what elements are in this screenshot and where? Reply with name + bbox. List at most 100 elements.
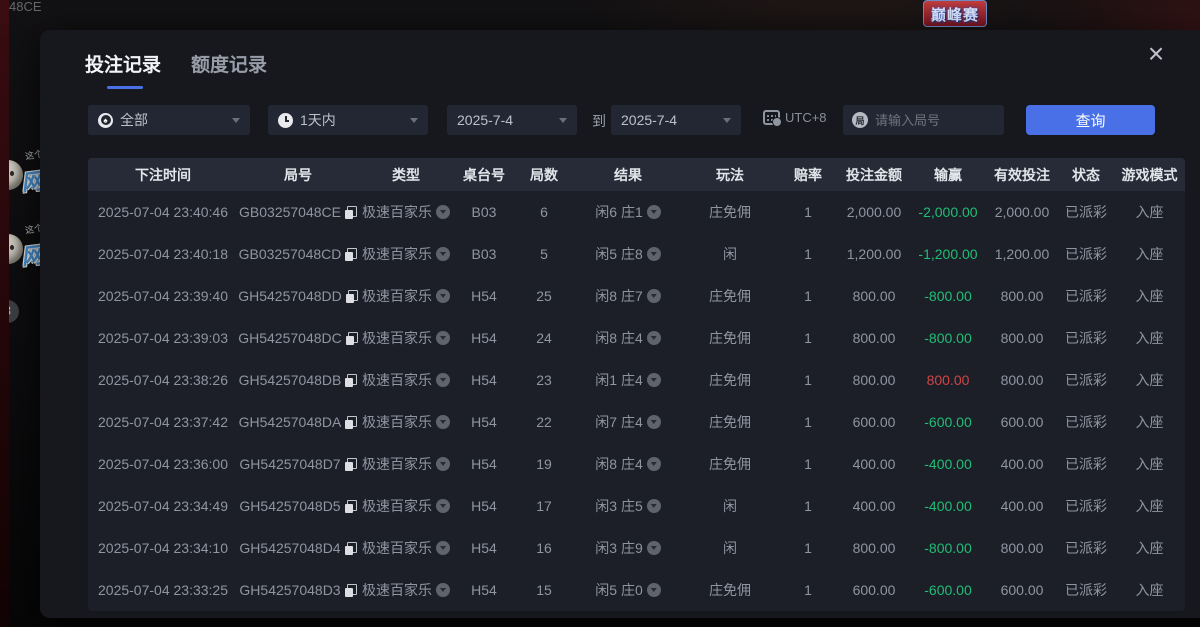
table-number-value: B03: [472, 246, 497, 262]
bet-time-cell: 2025-07-04 23:39:03: [88, 317, 238, 359]
play-type-cell: 庄免佣: [682, 359, 778, 401]
game-id-search-input[interactable]: [875, 113, 995, 128]
status-value: 已派彩: [1065, 370, 1107, 390]
valid-bet-value: 400.00: [1001, 456, 1044, 472]
table-number-value: H54: [471, 330, 497, 346]
bet-amount-value: 800.00: [853, 372, 896, 388]
valid-bet-cell: 800.00: [986, 527, 1058, 569]
copy-icon[interactable]: [345, 206, 357, 219]
play-type-header: 玩法: [682, 158, 778, 191]
info-icon[interactable]: [436, 247, 450, 261]
info-icon[interactable]: [436, 457, 450, 471]
round-number-value: 19: [536, 456, 552, 472]
play-type-value: 庄免佣: [709, 454, 751, 474]
info-icon[interactable]: [436, 583, 450, 597]
copy-icon[interactable]: [345, 248, 357, 261]
bet-time-cell: 2025-07-04 23:34:10: [88, 527, 238, 569]
bet-amount-value: 400.00: [853, 456, 896, 472]
copy-icon[interactable]: [346, 332, 358, 345]
info-icon[interactable]: [647, 583, 661, 597]
info-icon[interactable]: [647, 289, 661, 303]
game-type-value: 极速百家乐: [362, 328, 432, 348]
info-icon[interactable]: [647, 331, 661, 345]
win-loss-cell: -400.00: [910, 443, 986, 485]
game-type-cell: 极速百家乐: [358, 569, 454, 611]
game-type-value: 极速百家乐: [362, 538, 432, 558]
info-icon[interactable]: [647, 415, 661, 429]
win-loss-cell: -2,000.00: [910, 191, 986, 233]
copy-icon[interactable]: [345, 416, 357, 429]
win-loss-value: -400.00: [924, 498, 971, 514]
round-number-cell: 15: [514, 569, 574, 611]
game-id-value: GH54257048D5: [239, 498, 340, 514]
bet-time-value: 2025-07-04 23:36:00: [98, 456, 228, 472]
close-icon[interactable]: ×: [1138, 36, 1174, 72]
copy-icon[interactable]: [345, 584, 357, 597]
copy-icon[interactable]: [345, 542, 357, 555]
copy-icon[interactable]: [345, 500, 357, 513]
odds-cell: 1: [778, 443, 838, 485]
game-mode-cell: 入座: [1114, 401, 1185, 443]
round-number-value: 22: [536, 414, 552, 430]
table-row: 2025-07-04 23:38:26GH54257048DB极速百家乐H542…: [88, 359, 1185, 401]
round-number-cell: 19: [514, 443, 574, 485]
category-select[interactable]: 全部: [88, 105, 250, 135]
bet-time-cell: 2025-07-04 23:39:40: [88, 275, 238, 317]
date-from-select[interactable]: 2025-7-4: [447, 105, 577, 135]
timezone-control[interactable]: UTC+8: [763, 110, 827, 125]
tab-betting-records[interactable]: 投注记录: [85, 50, 161, 89]
copy-icon[interactable]: [346, 290, 358, 303]
table-number-value: H54: [471, 288, 497, 304]
info-icon[interactable]: [436, 373, 450, 387]
copy-icon[interactable]: [345, 374, 357, 387]
bet-amount-cell: 600.00: [838, 401, 910, 443]
bet-amount-cell: 800.00: [838, 317, 910, 359]
info-icon[interactable]: [436, 415, 450, 429]
time-range-select[interactable]: 1天内: [268, 105, 428, 135]
info-icon[interactable]: [647, 457, 661, 471]
game-mode-value: 入座: [1136, 496, 1164, 516]
table-header: 下注时间局号类型桌台号局数结果玩法赔率投注金额输赢有效投注状态游戏模式: [88, 158, 1185, 191]
result-cell: 闲8 庄4: [574, 443, 682, 485]
bet-time-cell: 2025-07-04 23:37:42: [88, 401, 238, 443]
play-type-cell: 庄免佣: [682, 275, 778, 317]
game-mode-header: 游戏模式: [1114, 158, 1185, 191]
game-id-cell: GH54257048DD: [238, 275, 358, 317]
tab-quota-records[interactable]: 额度记录: [191, 50, 267, 89]
all-games-icon: [98, 113, 113, 128]
play-type-value: 庄免佣: [709, 328, 751, 348]
date-to-select[interactable]: 2025-7-4: [611, 105, 741, 135]
play-type-cell: 庄免佣: [682, 401, 778, 443]
copy-icon[interactable]: [345, 458, 357, 471]
info-icon[interactable]: [436, 331, 450, 345]
table-number-cell: H54: [454, 443, 514, 485]
game-id-cell: GH54257048DC: [238, 317, 358, 359]
info-icon[interactable]: [436, 541, 450, 555]
info-icon[interactable]: [436, 205, 450, 219]
game-type-value: 极速百家乐: [362, 202, 432, 222]
game-id-value: GH54257048D4: [239, 540, 340, 556]
status-value: 已派彩: [1065, 412, 1107, 432]
betting-records-modal: 投注记录 额度记录 × 全部 1天内 2025-7-4 到 2025-7-4 U…: [40, 30, 1200, 618]
info-icon[interactable]: [647, 373, 661, 387]
result-value: 闲8 庄7: [595, 286, 642, 306]
info-icon[interactable]: [436, 499, 450, 513]
game-mode-value: 入座: [1136, 538, 1164, 558]
round-number-value: 25: [536, 288, 552, 304]
odds-value: 1: [804, 456, 812, 472]
game-type-cell: 极速百家乐: [358, 401, 454, 443]
info-icon[interactable]: [436, 289, 450, 303]
info-icon[interactable]: [647, 541, 661, 555]
round-number-cell: 16: [514, 527, 574, 569]
info-icon[interactable]: [647, 205, 661, 219]
win-loss-cell: -400.00: [910, 485, 986, 527]
table-number-cell: H54: [454, 359, 514, 401]
query-button[interactable]: 查询: [1026, 105, 1155, 135]
table-number-cell: H54: [454, 317, 514, 359]
result-cell: 闲5 庄0: [574, 569, 682, 611]
bet-amount-value: 600.00: [853, 414, 896, 430]
game-type-value: 极速百家乐: [362, 580, 432, 600]
info-icon[interactable]: [647, 499, 661, 513]
info-icon[interactable]: [647, 247, 661, 261]
valid-bet-header: 有效投注: [986, 158, 1058, 191]
